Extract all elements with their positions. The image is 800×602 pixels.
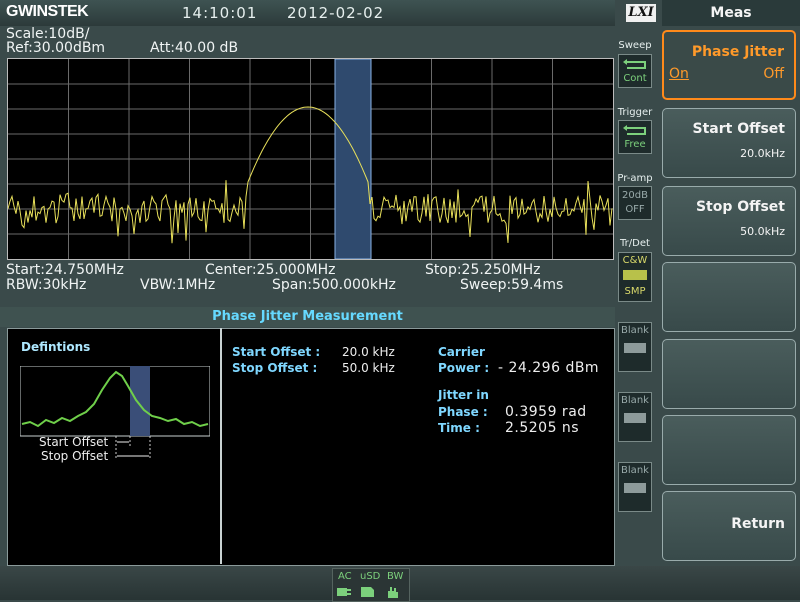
start-freq: Start:24.750MHz bbox=[6, 262, 124, 278]
bw-label: BW bbox=[387, 571, 404, 582]
empty-softkey-3[interactable] bbox=[662, 415, 796, 485]
phase-jitter-softkey[interactable]: Phase Jitter On Off bbox=[662, 30, 796, 100]
blank-swatch-1 bbox=[624, 343, 646, 353]
empty-softkey-1[interactable] bbox=[662, 262, 796, 332]
stop-offset-menu-label: Stop Offset bbox=[695, 199, 785, 215]
stop-offset-softkey[interactable]: Stop Offset 50.0kHz bbox=[662, 186, 796, 256]
preamp-value-1: 20dB bbox=[622, 190, 648, 201]
preamp-value-2: OFF bbox=[625, 204, 645, 215]
definition-frame bbox=[20, 366, 210, 437]
start-offset-label: Start Offset : bbox=[232, 345, 321, 359]
plug-icon bbox=[337, 588, 351, 596]
start-offset-softkey[interactable]: Start Offset 20.0kHz bbox=[662, 108, 796, 178]
time-label: Time : bbox=[438, 421, 480, 435]
sweep-value: Cont bbox=[623, 73, 647, 84]
blank-swatch-2 bbox=[624, 413, 646, 423]
definition-band bbox=[130, 366, 150, 436]
power-value: - 24.296 dBm bbox=[498, 360, 600, 376]
menu-title: Meas bbox=[662, 0, 800, 26]
att-readout: Att:40.00 dB bbox=[150, 40, 239, 56]
start-offset-value: 20.0 kHz bbox=[342, 345, 395, 359]
trigger-status-box[interactable]: Free bbox=[618, 120, 652, 154]
top-bar: GWINSTEK 14:10:01 2012-02-02 bbox=[0, 0, 615, 26]
measurement-title-bar: Phase Jitter Measurement bbox=[0, 307, 615, 327]
sweep-status-box[interactable]: Cont bbox=[618, 54, 652, 88]
sweep-label: Sweep bbox=[618, 40, 652, 51]
phase-value: 0.3959 rad bbox=[505, 404, 587, 420]
sweep-time-readout: Sweep:59.4ms bbox=[460, 277, 564, 293]
blank-label-1: Blank bbox=[621, 325, 649, 336]
ac-label: AC bbox=[338, 571, 352, 582]
trdet-value-1: C&W bbox=[622, 255, 648, 266]
clock-time: 14:10:01 bbox=[182, 4, 258, 22]
phase-jitter-label: Phase Jitter bbox=[691, 44, 784, 60]
status-icons bbox=[337, 587, 398, 598]
phase-jitter-off: Off bbox=[763, 66, 784, 82]
return-softkey[interactable]: Return bbox=[662, 491, 796, 561]
phase-jitter-on: On bbox=[669, 66, 689, 82]
definitions-title: Defintions bbox=[21, 340, 91, 354]
trigger-label: Trigger bbox=[617, 107, 653, 118]
phase-label: Phase : bbox=[438, 405, 488, 419]
ref-readout: Ref:30.00dBm bbox=[6, 40, 106, 56]
status-indicators: AC uSD BW bbox=[332, 568, 410, 602]
carrier-title: Carrier bbox=[438, 345, 485, 359]
stop-offset-value: 50.0 kHz bbox=[342, 361, 395, 375]
empty-softkey-2[interactable] bbox=[662, 339, 796, 409]
jitter-title: Jitter in bbox=[438, 388, 489, 402]
time-value: 2.5205 ns bbox=[505, 420, 580, 436]
blank-label-3: Blank bbox=[621, 465, 649, 476]
cycle-arrow-icon bbox=[623, 125, 646, 135]
rbw-readout: RBW:30kHz bbox=[6, 277, 87, 293]
hand-icon bbox=[388, 587, 398, 598]
brand-logo: GWINSTEK bbox=[6, 3, 89, 20]
trigger-value: Free bbox=[624, 139, 646, 150]
blank-swatch-3 bbox=[624, 483, 646, 493]
offset-band bbox=[334, 59, 372, 259]
trdet-label: Tr/Det bbox=[620, 238, 650, 249]
clock-date: 2012-02-02 bbox=[287, 4, 385, 22]
start-offset-menu-label: Start Offset bbox=[692, 121, 785, 137]
center-freq: Center:25.000MHz bbox=[205, 262, 336, 278]
preamp-status-box[interactable]: 20dB OFF bbox=[618, 186, 652, 220]
panel-divider bbox=[220, 328, 222, 564]
start-offset-menu-value: 20.0kHz bbox=[740, 147, 785, 160]
preamp-label: Pr-amp bbox=[617, 173, 653, 184]
blank-box-1[interactable]: Blank bbox=[618, 322, 652, 372]
return-label: Return bbox=[731, 516, 785, 532]
blank-label-2: Blank bbox=[621, 395, 649, 406]
trdet-value-2: SMP bbox=[624, 286, 646, 297]
sd-card-icon bbox=[361, 587, 374, 597]
trdet-status-box[interactable]: C&W SMP bbox=[618, 252, 652, 302]
vbw-readout: VBW:1MHz bbox=[140, 277, 216, 293]
lxi-logo: LXI bbox=[626, 4, 656, 22]
span-readout: Span:500.000kHz bbox=[272, 277, 396, 293]
stop-offset-menu-value: 50.0kHz bbox=[740, 225, 785, 238]
usd-label: uSD bbox=[360, 571, 381, 582]
definition-start-label: Start Offset bbox=[39, 435, 109, 449]
cycle-arrow-icon bbox=[623, 59, 646, 69]
measurement-title: Phase Jitter Measurement bbox=[212, 309, 403, 324]
blank-box-2[interactable]: Blank bbox=[618, 392, 652, 442]
stop-offset-label: Stop Offset : bbox=[232, 361, 318, 375]
definition-stop-label: Stop Offset bbox=[41, 449, 109, 463]
trace-color-swatch bbox=[623, 270, 647, 280]
spectrum-display[interactable] bbox=[7, 58, 614, 260]
blank-box-3[interactable]: Blank bbox=[618, 462, 652, 512]
stop-freq: Stop:25.250MHz bbox=[425, 262, 541, 278]
spectrum-plot bbox=[8, 59, 613, 259]
power-label: Power : bbox=[438, 361, 490, 375]
